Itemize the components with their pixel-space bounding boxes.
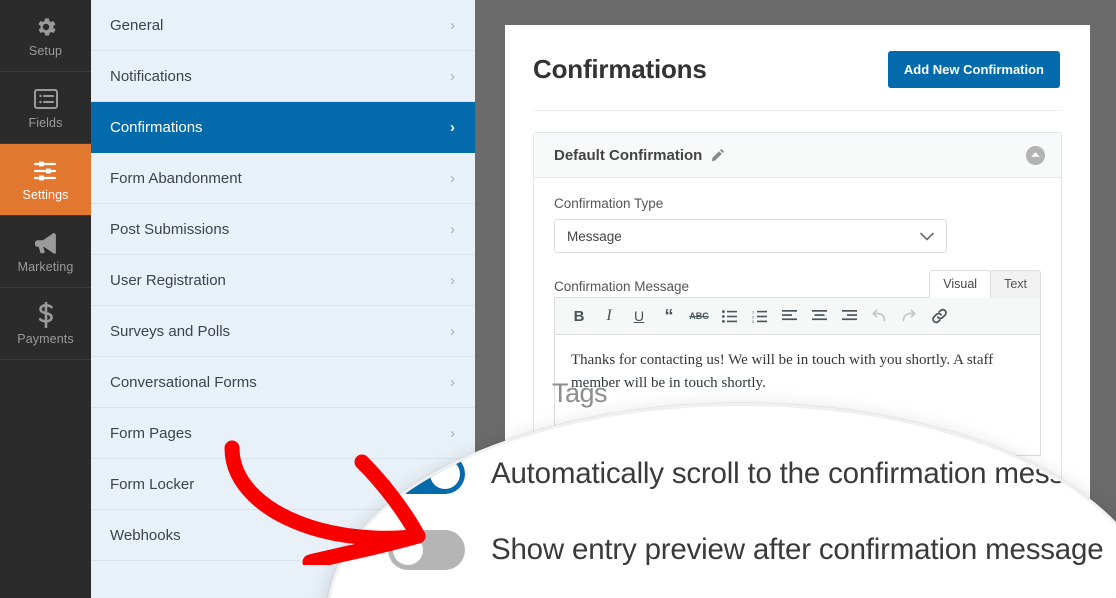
chevron-up-circle-icon[interactable] bbox=[1026, 145, 1045, 165]
sidebar-item-label: Notifications bbox=[110, 67, 192, 85]
header-divider bbox=[533, 110, 1062, 111]
magnified-autoscroll-row: Automatically scroll to the confirmation… bbox=[388, 454, 1113, 494]
align-right-icon[interactable] bbox=[834, 301, 864, 331]
toggle-knob bbox=[393, 535, 423, 565]
confirmation-message-row: Confirmation Message Visual Text bbox=[554, 270, 1041, 298]
rail-item-setup[interactable]: Setup bbox=[0, 0, 91, 72]
rail-item-label: Settings bbox=[22, 187, 69, 202]
italic-icon[interactable]: I bbox=[594, 301, 624, 331]
megaphone-icon bbox=[33, 230, 59, 256]
chevron-right-icon: › bbox=[450, 169, 455, 187]
chevron-right-icon: › bbox=[450, 271, 455, 289]
add-new-confirmation-button[interactable]: Add New Confirmation bbox=[887, 51, 1060, 88]
editor-toolbar: B I U “ ABC 123 bbox=[555, 298, 1040, 335]
chevron-down-icon bbox=[920, 229, 934, 244]
sidebar-item-label: User Registration bbox=[110, 271, 226, 289]
editor-message-text: Thanks for contacting us! We will be in … bbox=[571, 352, 994, 391]
sidebar-item-form-abandonment[interactable]: Form Abandonment › bbox=[91, 153, 475, 204]
sidebar-item-surveys-and-polls[interactable]: Surveys and Polls › bbox=[91, 306, 475, 357]
rail-item-label: Setup bbox=[28, 43, 63, 58]
app-root: Setup Fields Settings Marketing Payments… bbox=[0, 0, 1116, 598]
link-icon[interactable] bbox=[924, 301, 954, 331]
sidebar-item-confirmations[interactable]: Confirmations › bbox=[91, 102, 475, 153]
sidebar-item-label: Conversational Forms bbox=[110, 373, 257, 391]
sidebar-item-post-submissions[interactable]: Post Submissions › bbox=[91, 204, 475, 255]
numbered-list-icon[interactable]: 123 bbox=[744, 301, 774, 331]
align-center-icon[interactable] bbox=[804, 301, 834, 331]
magnified-entry-preview-row: Show entry preview after confirmation me… bbox=[388, 530, 1104, 570]
bold-icon[interactable]: B bbox=[564, 301, 594, 331]
sidebar-item-user-registration[interactable]: User Registration › bbox=[91, 255, 475, 306]
rail-item-fields[interactable]: Fields bbox=[0, 72, 91, 144]
editor-mode-tabs: Visual Text bbox=[929, 270, 1041, 298]
sidebar-item-label: Confirmations bbox=[110, 118, 203, 136]
svg-text:2: 2 bbox=[752, 315, 754, 319]
dollar-sign-icon bbox=[33, 301, 59, 328]
rail-item-label: Fields bbox=[28, 115, 63, 130]
confirmation-type-label: Confirmation Type bbox=[554, 196, 664, 211]
magnifier-content: Automatically scroll to the confirmation… bbox=[330, 406, 1116, 598]
confirmation-message-label: Confirmation Message bbox=[554, 279, 690, 294]
gear-icon bbox=[33, 14, 59, 40]
align-left-icon[interactable] bbox=[774, 301, 804, 331]
sidebar-item-general[interactable]: General › bbox=[91, 0, 475, 51]
page-title: Confirmations bbox=[533, 54, 707, 84]
pencil-icon[interactable] bbox=[711, 148, 725, 162]
tab-visual[interactable]: Visual bbox=[929, 270, 992, 298]
underline-icon[interactable]: U bbox=[624, 301, 654, 331]
sidebar-item-notifications[interactable]: Notifications › bbox=[91, 51, 475, 102]
undo-icon[interactable] bbox=[864, 301, 894, 331]
confirmation-type-value: Message bbox=[567, 228, 622, 244]
chevron-right-icon: › bbox=[450, 16, 455, 34]
magnified-autoscroll-label: Automatically scroll to the confirmation… bbox=[491, 457, 1113, 490]
chevron-right-icon: › bbox=[450, 220, 455, 238]
tab-text[interactable]: Text bbox=[990, 270, 1041, 298]
confirmation-type-select[interactable]: Message bbox=[554, 219, 947, 253]
bullet-list-icon[interactable] bbox=[714, 301, 744, 331]
magnified-autoscroll-toggle[interactable] bbox=[388, 454, 465, 494]
sidebar-item-label: Form Abandonment bbox=[110, 169, 242, 187]
zoom-magnifier-bubble: Automatically scroll to the confirmation… bbox=[327, 403, 1116, 598]
rail-item-payments[interactable]: Payments bbox=[0, 288, 91, 360]
obscured-tags-fragment: Tags bbox=[552, 378, 608, 408]
chevron-right-icon: › bbox=[450, 67, 455, 85]
sidebar-item-label: Surveys and Polls bbox=[110, 322, 231, 340]
magnified-entry-preview-toggle[interactable] bbox=[388, 530, 465, 570]
sidebar-item-conversational-forms[interactable]: Conversational Forms › bbox=[91, 357, 475, 408]
sliders-icon bbox=[33, 158, 59, 184]
rail-item-settings[interactable]: Settings bbox=[0, 144, 91, 216]
confirmation-card-title: Default Confirmation bbox=[554, 146, 703, 164]
rail-item-label: Payments bbox=[17, 331, 74, 346]
confirmation-card-header[interactable]: Default Confirmation bbox=[534, 133, 1061, 178]
blockquote-icon[interactable]: “ bbox=[654, 301, 684, 331]
strikethrough-icon[interactable]: ABC bbox=[684, 301, 714, 331]
sidebar-item-label: General bbox=[110, 16, 164, 34]
panel-header: Confirmations Add New Confirmation bbox=[505, 25, 1090, 88]
svg-text:3: 3 bbox=[752, 320, 754, 323]
rail-item-marketing[interactable]: Marketing bbox=[0, 216, 91, 288]
svg-text:1: 1 bbox=[752, 310, 754, 314]
primary-icon-rail: Setup Fields Settings Marketing Payments bbox=[0, 0, 91, 598]
chevron-right-icon: › bbox=[450, 118, 455, 136]
redo-icon[interactable] bbox=[894, 301, 924, 331]
rail-item-label: Marketing bbox=[17, 259, 74, 274]
chevron-right-icon: › bbox=[450, 322, 455, 340]
fields-list-icon bbox=[33, 86, 59, 112]
toggle-knob bbox=[430, 459, 460, 489]
magnified-entry-preview-label: Show entry preview after confirmation me… bbox=[491, 533, 1104, 566]
chevron-right-icon: › bbox=[450, 373, 455, 391]
sidebar-item-label: Post Submissions bbox=[110, 220, 230, 238]
